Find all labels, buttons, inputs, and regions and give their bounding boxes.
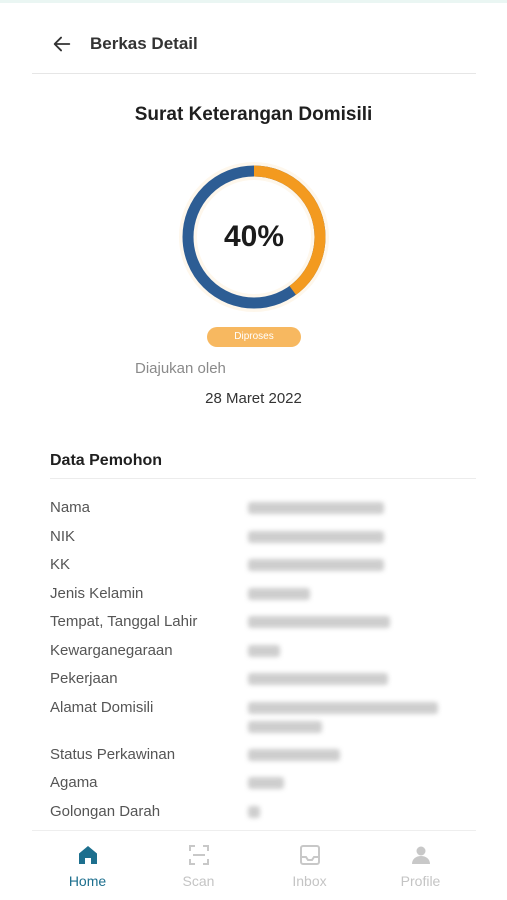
page-title: Berkas Detail xyxy=(90,33,198,53)
inbox-icon xyxy=(299,845,320,865)
field-label: Status Perkawinan xyxy=(50,745,176,763)
nav-scan[interactable]: Scan xyxy=(143,831,254,900)
progress-ring: 40% xyxy=(179,162,329,312)
field-label: Pekerjaan xyxy=(50,670,118,687)
redacted-value xyxy=(248,616,390,628)
field-label: NIK xyxy=(50,527,76,545)
nav-home[interactable]: Home xyxy=(32,831,143,900)
field-row-nama: Nama xyxy=(50,499,476,528)
progress-percent: 40% xyxy=(223,220,285,253)
field-row-kk: KK xyxy=(50,556,476,585)
document-title: Surat Keterangan Domisili xyxy=(134,104,373,125)
redacted-value xyxy=(248,587,310,600)
nav-label: Inbox xyxy=(292,873,327,889)
redacted-value xyxy=(248,502,384,514)
redacted-value xyxy=(248,644,280,657)
profile-icon xyxy=(411,846,430,864)
submitted-by-label: Diajukan oleh xyxy=(135,360,226,377)
field-row-alamat-domisili: Alamat Domisili xyxy=(50,699,476,746)
field-label: Jenis Kelamin xyxy=(50,584,144,602)
redacted-value xyxy=(248,559,384,571)
nav-label: Home xyxy=(68,873,107,889)
nav-profile[interactable]: Profile xyxy=(365,831,476,900)
nav-inbox[interactable]: Inbox xyxy=(254,831,365,900)
arrow-left-icon xyxy=(53,36,71,51)
field-label: Tempat, Tanggal Lahir xyxy=(50,613,198,630)
home-icon xyxy=(78,846,97,864)
applicant-section: Data Pemohon Nama NIK KK Jenis Kelamin T… xyxy=(50,452,476,831)
scan-icon xyxy=(188,845,209,865)
field-row-nik: NIK xyxy=(50,528,476,557)
redacted-value xyxy=(248,805,260,818)
redacted-value xyxy=(248,699,438,740)
field-label: Alamat Domisili xyxy=(50,698,154,716)
app-header: Berkas Detail xyxy=(32,14,476,74)
bottom-navigation: Home Scan Inbox Profile xyxy=(32,830,476,900)
field-row-golongan-darah: Golongan Darah xyxy=(50,803,476,832)
field-row-pekerjaan: Pekerjaan xyxy=(50,670,476,699)
top-accent-bar xyxy=(0,0,507,3)
field-row-status-perkawinan: Status Perkawinan xyxy=(50,746,476,775)
field-label: Agama xyxy=(50,774,98,791)
field-label: Nama xyxy=(50,499,91,516)
redacted-value xyxy=(248,777,284,789)
field-label: KK xyxy=(50,556,71,573)
back-button[interactable] xyxy=(46,28,78,60)
section-title: Data Pemohon xyxy=(50,452,476,479)
redacted-value xyxy=(248,530,384,543)
nav-label: Scan xyxy=(182,873,215,889)
field-label: Kewarganegaraan xyxy=(50,641,173,659)
field-row-ttl: Tempat, Tanggal Lahir xyxy=(50,613,476,642)
field-row-agama: Agama xyxy=(50,774,476,803)
field-label: Golongan Darah xyxy=(50,802,161,820)
redacted-value xyxy=(248,673,388,685)
submitted-date: 28 Maret 2022 xyxy=(205,390,302,407)
field-row-jenis-kelamin: Jenis Kelamin xyxy=(50,585,476,614)
status-badge: Diproses xyxy=(207,327,301,347)
nav-label: Profile xyxy=(400,873,441,889)
redacted-value xyxy=(248,748,340,761)
field-row-kewarganegaraan: Kewarganegaraan xyxy=(50,642,476,671)
